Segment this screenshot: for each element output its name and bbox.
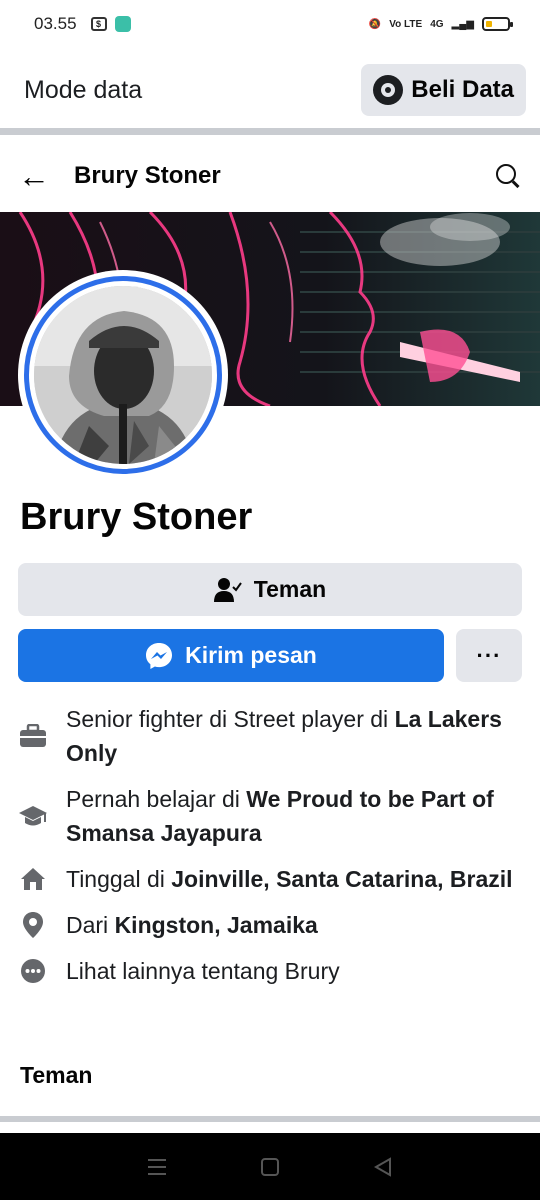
profile-name: Brury Stoner — [20, 496, 253, 538]
status-bar: 03.55 $ 🔕 Vo LTE 4G ▂▄▆ — [0, 0, 540, 48]
header-title: Brury Stoner — [74, 162, 221, 189]
home-icon — [18, 864, 48, 894]
detail-lives-in[interactable]: Tinggal di Joinville, Santa Catarina, Br… — [18, 862, 528, 896]
battery-icon — [482, 17, 513, 31]
briefcase-icon — [18, 721, 48, 751]
sms-notification-icon: $ — [90, 17, 107, 31]
divider — [0, 1116, 540, 1122]
data-mode-label: Mode data — [24, 75, 143, 104]
detail-see-more-text: Lihat lainnya tentang Brury — [66, 958, 340, 984]
app-notification-icon — [114, 16, 131, 32]
profile-header: ← Brury Stoner — [0, 140, 540, 212]
detail-work[interactable]: Senior fighter di Street player di La La… — [18, 702, 528, 770]
network-label: 4G — [430, 18, 444, 30]
friends-button[interactable]: Teman — [18, 563, 522, 616]
divider — [0, 128, 540, 135]
signal-icon: ▂▄▆ — [451, 18, 474, 30]
profile-avatar[interactable] — [18, 270, 228, 480]
status-indicators: 🔕 Vo LTE 4G ▂▄▆ — [368, 17, 513, 31]
detail-lives-in-text: Tinggal di Joinville, Santa Catarina, Br… — [66, 866, 513, 892]
graduation-cap-icon — [18, 801, 48, 831]
system-nav-bar — [0, 1133, 540, 1200]
send-message-label: Kirim pesan — [185, 642, 317, 668]
detail-from-text: Dari Kingston, Jamaika — [66, 912, 318, 938]
more-options-button[interactable]: ··· — [456, 629, 522, 682]
detail-work-text: Senior fighter di Street player di La La… — [66, 706, 502, 766]
profile-details: Senior fighter di Street player di La La… — [18, 702, 528, 1000]
friends-section-title: Teman — [20, 1062, 93, 1088]
send-message-button[interactable]: Kirim pesan — [18, 629, 444, 682]
mute-icon: 🔕 — [368, 18, 382, 30]
friend-check-icon — [213, 577, 242, 602]
detail-see-more[interactable]: Lihat lainnya tentang Brury — [18, 954, 528, 988]
location-pin-icon — [18, 910, 48, 940]
detail-education-text: Pernah belajar di We Proud to be Part of… — [66, 786, 494, 846]
detail-education[interactable]: Pernah belajar di We Proud to be Part of… — [18, 782, 528, 850]
status-time: 03.55 — [34, 14, 77, 33]
avatar-ring — [24, 276, 222, 474]
buy-data-label: Beli Data — [411, 76, 514, 103]
buy-data-button[interactable]: Beli Data — [361, 64, 526, 116]
search-icon[interactable] — [494, 162, 522, 190]
back-nav-icon[interactable] — [372, 1156, 394, 1177]
recent-apps-icon[interactable] — [146, 1157, 168, 1177]
home-nav-icon[interactable] — [259, 1157, 281, 1177]
data-mode-bar: Mode data Beli Data — [0, 58, 540, 122]
avatar-photo — [34, 286, 212, 464]
detail-from[interactable]: Dari Kingston, Jamaika — [18, 908, 528, 942]
friends-button-label: Teman — [253, 576, 327, 602]
more-dots-icon — [18, 956, 48, 986]
volte-icon: Vo LTE — [389, 18, 423, 30]
back-arrow-icon[interactable]: ← — [18, 158, 58, 195]
broadcast-icon — [373, 75, 404, 105]
messenger-icon — [146, 642, 173, 669]
more-options-label: ··· — [476, 642, 502, 668]
